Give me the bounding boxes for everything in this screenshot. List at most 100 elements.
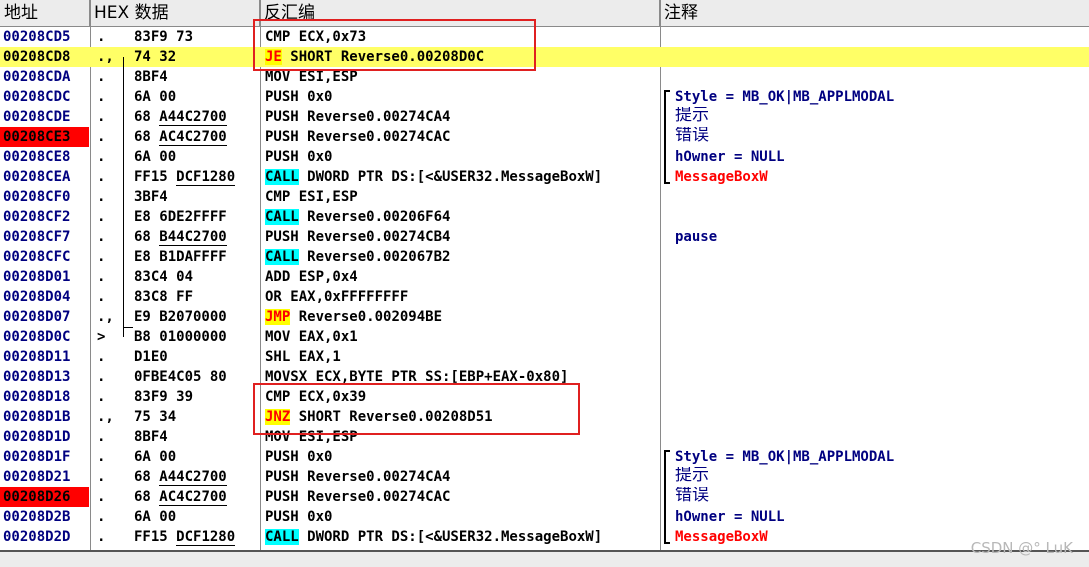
row-marker: . [97,469,106,485]
row-hex: 8BF4 [134,69,168,85]
row-hex: 75 34 [134,409,177,425]
row-address: 00208D01 [3,269,71,285]
row-address: 00208CD8 [0,47,89,67]
row-disasm: CMP ESI,ESP [265,189,358,205]
row-disasm: JMP Reverse0.002094BE [265,307,660,327]
annotation-box-check-9 [253,383,580,435]
disasm-row[interactable]: 00208D2D. FF15 DCF1280 CALL DWORD PTR DS:[… [0,527,1089,547]
row-address: 00208D04 [3,289,71,305]
disasm-operands: Reverse0.002094BE [290,309,443,325]
row-hex: 83C8 FF [134,289,194,305]
disasm-row[interactable]: 00208D21. 68 A44C2700 PUSH Reverse0.00274C… [0,467,1089,487]
row-disasm: PUSH Reverse0.00274CB4 [265,229,451,245]
column-header-comment[interactable]: 注释 [660,0,1089,26]
row-hex: D1E0 [134,349,168,365]
disasm-row[interactable]: 00208CD8.,74 32JE SHORT Reverse0.00208D0… [0,47,1089,67]
row-comment [675,427,1085,447]
mnemonic-highlight: CALL [265,169,299,185]
messagebox-args-bracket [664,90,670,184]
row-disasm: PUSH 0x0 [265,449,333,465]
row-hex: E8 6DE2FFFF [134,209,227,225]
disasm-row[interactable]: 00208CDA. 8BF4 MOV ESI,ESP [0,67,1089,87]
row-address: 00208D2B [3,509,71,525]
row-address: 00208CDC [3,89,71,105]
disasm-row[interactable]: 00208CF0. 3BF4 CMP ESI,ESP [0,187,1089,207]
row-address: 00208CDA [3,69,71,85]
disasm-row[interactable]: 00208CE8. 6A 00 PUSH 0x0 hOwner = NULL [0,147,1089,167]
disasm-row[interactable]: 00208D2B. 6A 00 PUSH 0x0 hOwner = NULL [0,507,1089,527]
row-disasm: PUSH 0x0 [265,509,333,525]
row-hex: 8BF4 [134,429,168,445]
row-disasm: PUSH Reverse0.00274CAC [265,129,451,145]
disasm-row[interactable]: 00208D01. 83C4 04 ADD ESP,0x4 [0,267,1089,287]
disasm-operands: Reverse0.002067B2 [298,249,451,265]
column-header-address[interactable]: 地址 [0,0,90,26]
row-hex: 68 A44C2700 [134,107,260,127]
row-hex: 6A 00 [134,89,177,105]
mnemonic-highlight: JMP [265,309,291,325]
row-disasm: PUSH Reverse0.00274CA4 [265,109,451,125]
row-marker: . [97,449,106,465]
row-address: 00208CDE [3,109,71,125]
row-comment [675,307,1085,327]
hex-opcode: 68 [134,489,160,505]
disasm-row[interactable]: 00208CDC. 6A 00 PUSH 0x0 Style = MB_OK|MB_A… [0,87,1089,107]
row-disasm: PUSH Reverse0.00274CA4 [265,469,451,485]
hex-opcode: 68 [134,469,160,485]
column-header-hex[interactable]: HEX 数据 [90,0,260,26]
disasm-row[interactable]: 00208CD5. 83F9 73 CMP ECX,0x73 [0,27,1089,47]
disasm-row[interactable]: 00208D1F. 6A 00 PUSH 0x0 Style = MB_OK|MB_A… [0,447,1089,467]
row-comment: hOwner = NULL [675,149,785,165]
row-hex: 74 32 [134,49,177,65]
row-comment: Style = MB_OK|MB_APPLMODAL [675,89,895,105]
row-hex: 83F9 73 [134,29,194,45]
hex-opcode: 68 [134,229,160,245]
hex-operand: B44C2700 [159,229,227,246]
row-hex: 68 A44C2700 [134,467,260,487]
disasm-row[interactable]: 00208CDE. 68 A44C2700 PUSH Reverse0.00274C… [0,107,1089,127]
row-comment [675,207,1085,227]
row-address: 00208CF7 [3,229,71,245]
row-hex: 3BF4 [134,189,168,205]
disasm-row[interactable]: 00208CF2. E8 6DE2FFFF CALL Reverse0.00206F… [0,207,1089,227]
row-comment [675,247,1085,267]
row-comment [675,267,1085,287]
disasm-row[interactable]: 00208D04. 83C8 FF OR EAX,0xFFFFFFFF [0,287,1089,307]
row-address: 00208D1B [3,409,71,425]
row-comment [675,47,1085,67]
disasm-row[interactable]: 00208D26. 68 AC4C2700 PUSH Reverse0.00274C… [0,487,1089,507]
disasm-row[interactable]: 00208CE3. 68 AC4C2700 PUSH Reverse0.00274C… [0,127,1089,147]
row-comment [675,367,1085,387]
disasm-row[interactable]: 00208CFC. E8 B1DAFFFF CALL Reverse0.002067… [0,247,1089,267]
disasm-row[interactable]: 00208D11. D1E0 SHL EAX,1 [0,347,1089,367]
row-hex: 6A 00 [134,149,177,165]
disasm-operands: Reverse0.00206F64 [298,209,451,225]
row-hex: E8 B1DAFFFF [134,249,227,265]
row-comment [675,407,1085,427]
row-marker: . [97,149,106,165]
row-hex: 83F9 39 [134,389,194,405]
row-marker: ., [97,49,111,65]
row-address: 00208D07 [3,309,71,325]
disasm-row[interactable]: 00208D0C > B8 01000000 MOV EAX,0x1 [0,327,1089,347]
row-marker: . [97,229,106,245]
row-marker: . [97,169,106,185]
row-disasm: CALL Reverse0.00206F64 [265,207,660,227]
row-marker: . [97,89,106,105]
row-comment [675,67,1085,87]
row-hex: 83C4 04 [134,269,194,285]
disasm-row[interactable]: 00208CEA. FF15 DCF1280 CALL DWORD PTR DS:[… [0,167,1089,187]
disasm-row[interactable]: 00208CF7. 68 B44C2700 PUSH Reverse0.00274C… [0,227,1089,247]
row-comment [675,27,1085,47]
row-hex: 68 B44C2700 [134,227,260,247]
row-address: 00208CF0 [3,189,71,205]
row-marker: . [97,529,106,545]
row-address: 00208D1F [3,449,71,465]
row-marker: ., [97,409,111,425]
hex-opcode: 68 [134,109,160,125]
row-marker: . [97,349,106,365]
row-marker: > [97,329,106,345]
row-address: 00208D2D [3,529,71,545]
disasm-row[interactable]: 00208D07., E9 B2070000 JMP Reverse0.002094… [0,307,1089,327]
row-address: 00208CD5 [3,29,71,45]
